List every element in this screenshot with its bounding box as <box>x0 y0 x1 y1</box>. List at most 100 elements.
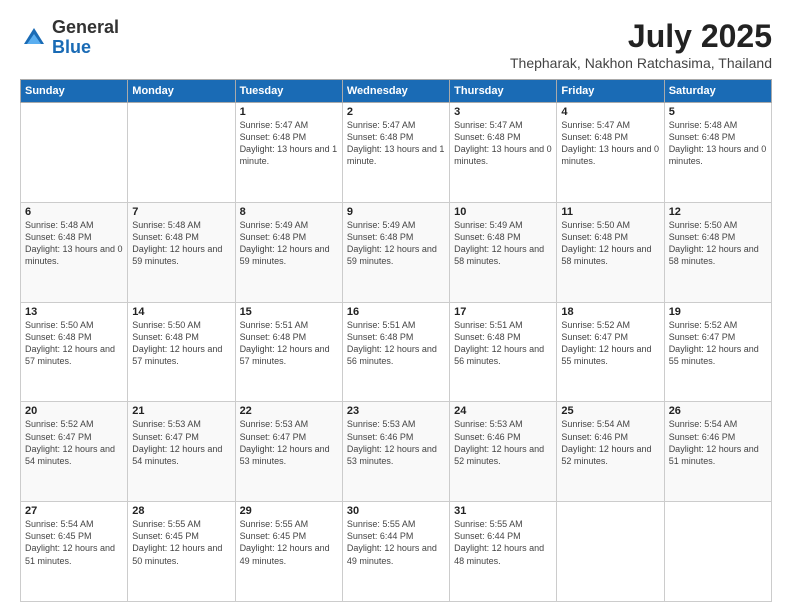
day-info: Sunrise: 5:53 AM Sunset: 6:47 PM Dayligh… <box>240 418 338 467</box>
calendar-cell: 27Sunrise: 5:54 AM Sunset: 6:45 PM Dayli… <box>21 502 128 602</box>
calendar-cell <box>664 502 771 602</box>
day-number: 26 <box>669 405 767 417</box>
header: General Blue July 2025 Thepharak, Nakhon… <box>20 18 772 71</box>
day-info: Sunrise: 5:48 AM Sunset: 6:48 PM Dayligh… <box>669 119 767 168</box>
calendar-cell: 8Sunrise: 5:49 AM Sunset: 6:48 PM Daylig… <box>235 202 342 302</box>
day-info: Sunrise: 5:48 AM Sunset: 6:48 PM Dayligh… <box>132 219 230 268</box>
calendar-header-monday: Monday <box>128 80 235 103</box>
day-number: 21 <box>132 405 230 417</box>
day-number: 10 <box>454 206 552 218</box>
day-info: Sunrise: 5:52 AM Sunset: 6:47 PM Dayligh… <box>25 418 123 467</box>
day-number: 11 <box>561 206 659 218</box>
calendar-cell: 5Sunrise: 5:48 AM Sunset: 6:48 PM Daylig… <box>664 103 771 203</box>
calendar-cell: 29Sunrise: 5:55 AM Sunset: 6:45 PM Dayli… <box>235 502 342 602</box>
day-info: Sunrise: 5:52 AM Sunset: 6:47 PM Dayligh… <box>561 319 659 368</box>
main-title: July 2025 <box>510 18 772 55</box>
calendar-header-friday: Friday <box>557 80 664 103</box>
calendar-header-thursday: Thursday <box>450 80 557 103</box>
day-info: Sunrise: 5:52 AM Sunset: 6:47 PM Dayligh… <box>669 319 767 368</box>
day-number: 18 <box>561 306 659 318</box>
day-number: 15 <box>240 306 338 318</box>
day-info: Sunrise: 5:51 AM Sunset: 6:48 PM Dayligh… <box>454 319 552 368</box>
calendar-cell: 17Sunrise: 5:51 AM Sunset: 6:48 PM Dayli… <box>450 302 557 402</box>
calendar-header-wednesday: Wednesday <box>342 80 449 103</box>
calendar-week-5: 27Sunrise: 5:54 AM Sunset: 6:45 PM Dayli… <box>21 502 772 602</box>
calendar-cell: 1Sunrise: 5:47 AM Sunset: 6:48 PM Daylig… <box>235 103 342 203</box>
calendar-cell: 14Sunrise: 5:50 AM Sunset: 6:48 PM Dayli… <box>128 302 235 402</box>
day-number: 13 <box>25 306 123 318</box>
calendar-cell: 10Sunrise: 5:49 AM Sunset: 6:48 PM Dayli… <box>450 202 557 302</box>
day-number: 31 <box>454 505 552 517</box>
day-info: Sunrise: 5:50 AM Sunset: 6:48 PM Dayligh… <box>132 319 230 368</box>
day-info: Sunrise: 5:48 AM Sunset: 6:48 PM Dayligh… <box>25 219 123 268</box>
day-number: 20 <box>25 405 123 417</box>
calendar-header-saturday: Saturday <box>664 80 771 103</box>
day-info: Sunrise: 5:55 AM Sunset: 6:45 PM Dayligh… <box>240 518 338 567</box>
calendar: SundayMondayTuesdayWednesdayThursdayFrid… <box>20 79 772 602</box>
day-info: Sunrise: 5:50 AM Sunset: 6:48 PM Dayligh… <box>25 319 123 368</box>
calendar-cell: 7Sunrise: 5:48 AM Sunset: 6:48 PM Daylig… <box>128 202 235 302</box>
calendar-cell: 9Sunrise: 5:49 AM Sunset: 6:48 PM Daylig… <box>342 202 449 302</box>
day-number: 5 <box>669 106 767 118</box>
calendar-cell: 25Sunrise: 5:54 AM Sunset: 6:46 PM Dayli… <box>557 402 664 502</box>
logo-text: General Blue <box>52 18 119 58</box>
day-info: Sunrise: 5:50 AM Sunset: 6:48 PM Dayligh… <box>561 219 659 268</box>
day-number: 14 <box>132 306 230 318</box>
day-number: 22 <box>240 405 338 417</box>
calendar-week-3: 13Sunrise: 5:50 AM Sunset: 6:48 PM Dayli… <box>21 302 772 402</box>
day-number: 4 <box>561 106 659 118</box>
calendar-cell: 23Sunrise: 5:53 AM Sunset: 6:46 PM Dayli… <box>342 402 449 502</box>
day-info: Sunrise: 5:55 AM Sunset: 6:44 PM Dayligh… <box>347 518 445 567</box>
day-number: 3 <box>454 106 552 118</box>
calendar-cell: 2Sunrise: 5:47 AM Sunset: 6:48 PM Daylig… <box>342 103 449 203</box>
calendar-cell <box>128 103 235 203</box>
day-number: 28 <box>132 505 230 517</box>
calendar-cell: 13Sunrise: 5:50 AM Sunset: 6:48 PM Dayli… <box>21 302 128 402</box>
calendar-cell: 26Sunrise: 5:54 AM Sunset: 6:46 PM Dayli… <box>664 402 771 502</box>
day-number: 1 <box>240 106 338 118</box>
calendar-cell: 12Sunrise: 5:50 AM Sunset: 6:48 PM Dayli… <box>664 202 771 302</box>
calendar-cell: 16Sunrise: 5:51 AM Sunset: 6:48 PM Dayli… <box>342 302 449 402</box>
day-info: Sunrise: 5:54 AM Sunset: 6:46 PM Dayligh… <box>669 418 767 467</box>
calendar-cell: 19Sunrise: 5:52 AM Sunset: 6:47 PM Dayli… <box>664 302 771 402</box>
day-info: Sunrise: 5:47 AM Sunset: 6:48 PM Dayligh… <box>347 119 445 168</box>
calendar-cell: 6Sunrise: 5:48 AM Sunset: 6:48 PM Daylig… <box>21 202 128 302</box>
calendar-cell: 21Sunrise: 5:53 AM Sunset: 6:47 PM Dayli… <box>128 402 235 502</box>
day-info: Sunrise: 5:47 AM Sunset: 6:48 PM Dayligh… <box>454 119 552 168</box>
calendar-cell: 4Sunrise: 5:47 AM Sunset: 6:48 PM Daylig… <box>557 103 664 203</box>
day-info: Sunrise: 5:47 AM Sunset: 6:48 PM Dayligh… <box>240 119 338 168</box>
day-info: Sunrise: 5:47 AM Sunset: 6:48 PM Dayligh… <box>561 119 659 168</box>
day-number: 9 <box>347 206 445 218</box>
logo-general: General <box>52 17 119 37</box>
calendar-cell: 24Sunrise: 5:53 AM Sunset: 6:46 PM Dayli… <box>450 402 557 502</box>
day-info: Sunrise: 5:49 AM Sunset: 6:48 PM Dayligh… <box>347 219 445 268</box>
day-info: Sunrise: 5:53 AM Sunset: 6:46 PM Dayligh… <box>347 418 445 467</box>
logo-icon <box>20 24 48 52</box>
calendar-week-1: 1Sunrise: 5:47 AM Sunset: 6:48 PM Daylig… <box>21 103 772 203</box>
title-block: July 2025 Thepharak, Nakhon Ratchasima, … <box>510 18 772 71</box>
calendar-header-row: SundayMondayTuesdayWednesdayThursdayFrid… <box>21 80 772 103</box>
calendar-cell <box>557 502 664 602</box>
calendar-cell: 3Sunrise: 5:47 AM Sunset: 6:48 PM Daylig… <box>450 103 557 203</box>
calendar-cell <box>21 103 128 203</box>
day-number: 16 <box>347 306 445 318</box>
day-info: Sunrise: 5:49 AM Sunset: 6:48 PM Dayligh… <box>454 219 552 268</box>
day-info: Sunrise: 5:51 AM Sunset: 6:48 PM Dayligh… <box>347 319 445 368</box>
calendar-cell: 22Sunrise: 5:53 AM Sunset: 6:47 PM Dayli… <box>235 402 342 502</box>
subtitle: Thepharak, Nakhon Ratchasima, Thailand <box>510 55 772 71</box>
calendar-cell: 30Sunrise: 5:55 AM Sunset: 6:44 PM Dayli… <box>342 502 449 602</box>
calendar-header-sunday: Sunday <box>21 80 128 103</box>
day-info: Sunrise: 5:49 AM Sunset: 6:48 PM Dayligh… <box>240 219 338 268</box>
day-number: 30 <box>347 505 445 517</box>
calendar-week-4: 20Sunrise: 5:52 AM Sunset: 6:47 PM Dayli… <box>21 402 772 502</box>
day-number: 2 <box>347 106 445 118</box>
day-number: 12 <box>669 206 767 218</box>
day-info: Sunrise: 5:55 AM Sunset: 6:44 PM Dayligh… <box>454 518 552 567</box>
day-info: Sunrise: 5:50 AM Sunset: 6:48 PM Dayligh… <box>669 219 767 268</box>
day-number: 23 <box>347 405 445 417</box>
day-info: Sunrise: 5:51 AM Sunset: 6:48 PM Dayligh… <box>240 319 338 368</box>
calendar-week-2: 6Sunrise: 5:48 AM Sunset: 6:48 PM Daylig… <box>21 202 772 302</box>
logo: General Blue <box>20 18 119 58</box>
calendar-header-tuesday: Tuesday <box>235 80 342 103</box>
day-number: 17 <box>454 306 552 318</box>
